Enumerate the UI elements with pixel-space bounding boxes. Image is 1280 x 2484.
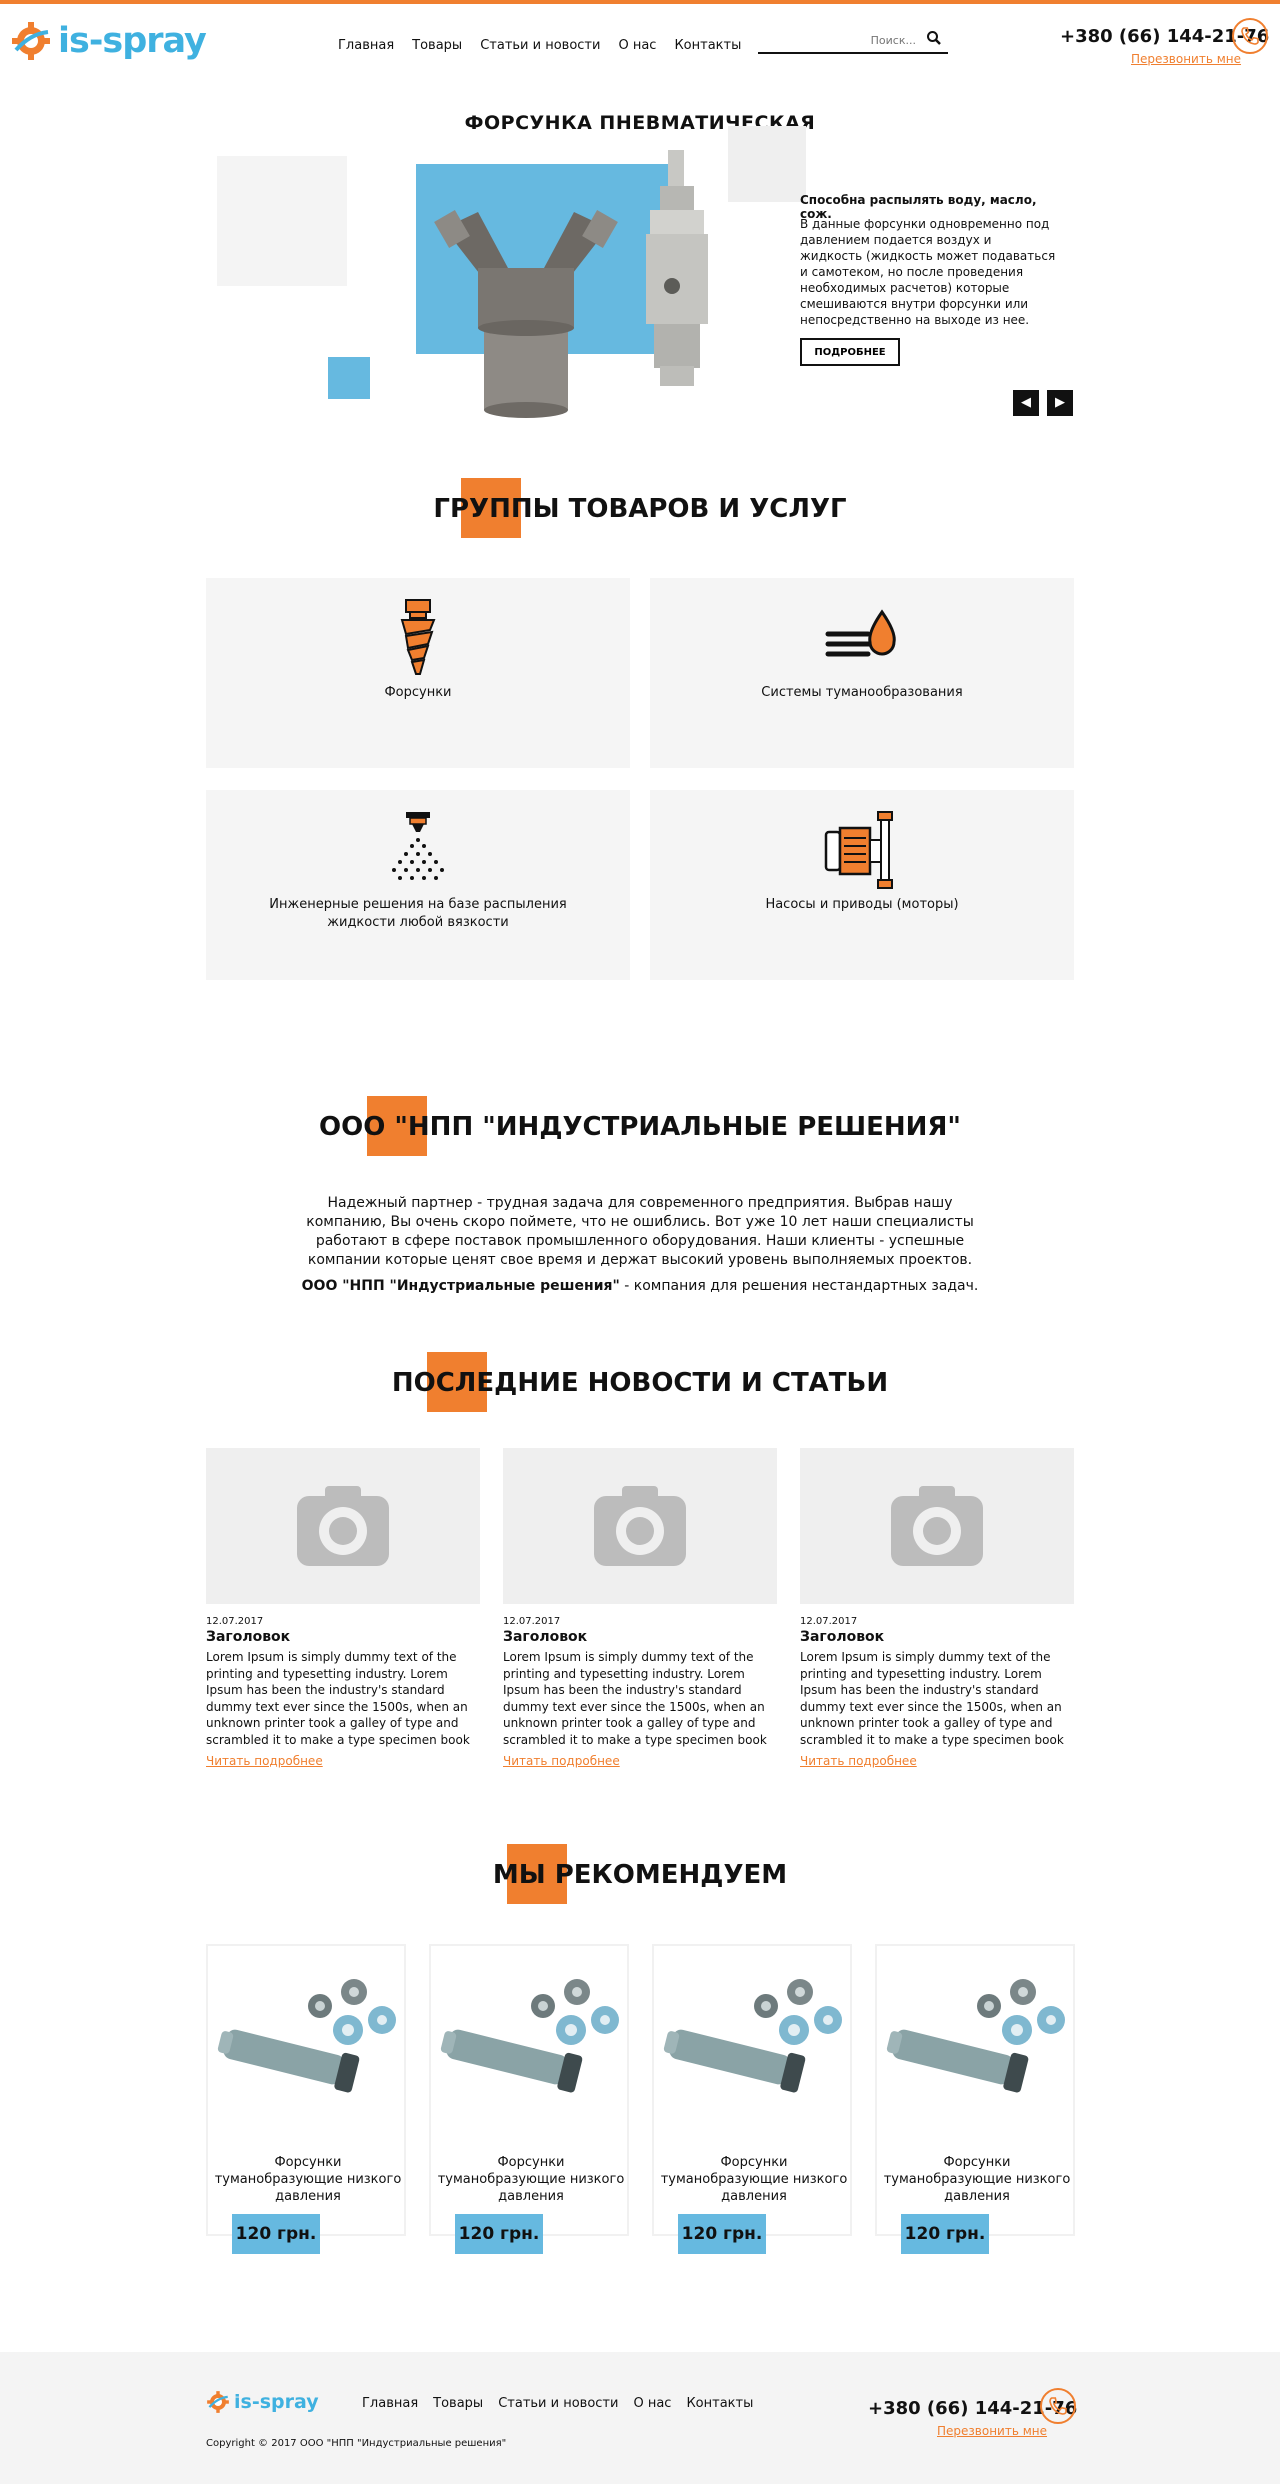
news-read-more-link[interactable]: Читать подробнее — [800, 1754, 917, 1768]
product-name: Форсунки туманобразующие низкого давлени… — [660, 2155, 848, 2204]
news-title: ПОСЛЕДНИЕ НОВОСТИ И СТАТЬИ — [391, 1368, 889, 1398]
news-title-text: Заголовок — [503, 1629, 588, 1645]
phone-icon[interactable] — [1040, 2388, 1076, 2424]
hero-product-image — [416, 150, 708, 418]
product-name: Форсунки туманобразующие низкого давлени… — [883, 2155, 1071, 2204]
news-card: 12.07.2017 Заголовок Lorem Ipsum is simp… — [800, 1448, 1074, 1769]
news-title-text: Заголовок — [800, 1629, 885, 1645]
about-text: Надежный партнер - трудная задача для со… — [306, 1195, 974, 1268]
logo-gear-icon — [12, 22, 50, 60]
hero-more-button[interactable]: ПОДРОБНЕЕ — [800, 338, 900, 366]
services-title: ГРУППЫ ТОВАРОВ И УСЛУГ — [433, 494, 847, 524]
product-image — [886, 1979, 1065, 2093]
about-tagline-rest: - компания для решения нестандартных зад… — [619, 1278, 979, 1294]
product-price: 120 грн. — [678, 2214, 766, 2254]
news-thumbnail[interactable] — [800, 1448, 1074, 1604]
nav-articles[interactable]: Статьи и новости — [480, 38, 600, 53]
logo-text: is-spray — [58, 21, 207, 61]
search-box — [758, 26, 948, 54]
hero-decor-square — [217, 156, 347, 286]
site-header: is-spray Главная Товары Статьи и новости… — [0, 4, 1280, 78]
service-card-engineering[interactable]: Инженерные решения на базе распыления жи… — [206, 790, 630, 980]
services-heading-block: ГРУППЫ ТОВАРОВ И УСЛУГ — [0, 478, 1280, 542]
camera-icon — [594, 1486, 686, 1566]
recommend-title: МЫ РЕКОМЕНДУЕМ — [492, 1860, 788, 1890]
pump-icon — [824, 811, 893, 889]
footer-nav-products[interactable]: Товары — [433, 2396, 483, 2411]
hero-decor-square — [328, 357, 370, 399]
service-label: Инженерные решения на базе распыления жи… — [269, 897, 567, 930]
main-nav: Главная Товары Статьи и новости О нас Ко… — [338, 38, 741, 53]
service-card-pumps[interactable]: Насосы и приводы (моторы) — [650, 790, 1074, 980]
news-card: 12.07.2017 Заголовок Lorem Ipsum is simp… — [206, 1448, 480, 1769]
news-thumbnail[interactable] — [503, 1448, 777, 1604]
site-footer: is-spray Главная Товары Статьи и новости… — [0, 2352, 1280, 2484]
slider-next-arrow-icon[interactable]: ▶ — [1047, 390, 1073, 416]
camera-icon — [297, 1486, 389, 1566]
footer-nav: Главная Товары Статьи и новости О нас Ко… — [362, 2396, 753, 2411]
service-label: Насосы и приводы (моторы) — [765, 897, 959, 912]
phone-icon[interactable] — [1232, 18, 1268, 54]
product-name: Форсунки туманобразующие низкого давлени… — [214, 2155, 402, 2204]
footer-copyright: Copyright © 2017 ООО "НПП "Индустриальны… — [206, 2438, 507, 2449]
footer-logo[interactable]: is-spray — [206, 2390, 319, 2414]
news-date: 12.07.2017 — [503, 1616, 561, 1627]
product-price: 120 грн. — [455, 2214, 543, 2254]
hero-title: ФОРСУНКА ПНЕВМАТИЧЕСКАЯ — [464, 112, 816, 134]
news-excerpt: Lorem Ipsum is simply dummy text of the … — [800, 1650, 1064, 1747]
product-card[interactable]: Форсунки туманобразующие низкого давлени… — [652, 1944, 852, 2254]
search-icon[interactable] — [926, 30, 942, 46]
service-label: Форсунки — [384, 685, 452, 700]
service-card-nozzles[interactable]: Форсунки — [206, 578, 630, 768]
about-tagline-company: ООО "НПП "Индустриальные решения" — [301, 1278, 620, 1294]
nav-home[interactable]: Главная — [338, 38, 394, 53]
footer-callback-link[interactable]: Перезвонить мне — [937, 2424, 1047, 2438]
footer-nav-contacts[interactable]: Контакты — [686, 2396, 753, 2411]
header-callback-link[interactable]: Перезвонить мне — [1131, 52, 1241, 66]
news-excerpt: Lorem Ipsum is simply dummy text of the … — [503, 1650, 767, 1747]
product-card[interactable]: Форсунки туманобразующие низкого давлени… — [875, 1944, 1075, 2254]
about-tagline: ООО "НПП "Индустриальные решения" - комп… — [290, 1278, 990, 1294]
product-price: 120 грн. — [232, 2214, 320, 2254]
product-image — [217, 1979, 396, 2093]
product-card[interactable]: Форсунки туманобразующие низкого давлени… — [429, 1944, 629, 2254]
news-thumbnail[interactable] — [206, 1448, 480, 1604]
footer-logo-text: is-spray — [234, 2391, 319, 2413]
hero-description: В данные форсунки одновременно под давле… — [800, 217, 1056, 327]
logo-gear-icon — [207, 2391, 229, 2413]
product-name: Форсунки туманобразующие низкого давлени… — [437, 2155, 625, 2204]
footer-nav-articles[interactable]: Статьи и новости — [498, 2396, 618, 2411]
news-title-text: Заголовок — [206, 1629, 291, 1645]
news-read-more-link[interactable]: Читать подробнее — [503, 1754, 620, 1768]
spray-icon — [392, 812, 444, 880]
nozzle-icon — [400, 599, 436, 675]
product-image — [663, 1979, 842, 2093]
news-heading-block: ПОСЛЕДНИЕ НОВОСТИ И СТАТЬИ — [0, 1352, 1280, 1416]
service-card-fog-systems[interactable]: Системы туманообразования — [650, 578, 1074, 768]
product-image — [440, 1979, 619, 2093]
about-title: ООО "НПП "ИНДУСТРИАЛЬНЫЕ РЕШЕНИЯ" — [319, 1112, 961, 1142]
news-date: 12.07.2017 — [206, 1616, 264, 1627]
footer-nav-home[interactable]: Главная — [362, 2396, 418, 2411]
product-price: 120 грн. — [901, 2214, 989, 2254]
search-input[interactable] — [758, 28, 918, 52]
service-label: Системы туманообразования — [761, 685, 963, 700]
nav-contacts[interactable]: Контакты — [674, 38, 741, 53]
recommend-heading-block: МЫ РЕКОМЕНДУЕМ — [0, 1844, 1280, 1908]
news-read-more-link[interactable]: Читать подробнее — [206, 1754, 323, 1768]
news-date: 12.07.2017 — [800, 1616, 858, 1627]
fog-icon — [825, 609, 896, 657]
nav-about[interactable]: О нас — [618, 38, 656, 53]
news-excerpt: Lorem Ipsum is simply dummy text of the … — [206, 1650, 470, 1747]
camera-icon — [891, 1486, 983, 1566]
news-card: 12.07.2017 Заголовок Lorem Ipsum is simp… — [503, 1448, 777, 1769]
site-logo[interactable]: is-spray — [10, 18, 246, 64]
about-heading-block: ООО "НПП "ИНДУСТРИАЛЬНЫЕ РЕШЕНИЯ" — [0, 1096, 1280, 1160]
product-card[interactable]: Форсунки туманобразующие низкого давлени… — [206, 1944, 406, 2254]
nav-products[interactable]: Товары — [412, 38, 462, 53]
slider-prev-arrow-icon[interactable]: ◀ — [1013, 390, 1039, 416]
footer-nav-about[interactable]: О нас — [633, 2396, 671, 2411]
